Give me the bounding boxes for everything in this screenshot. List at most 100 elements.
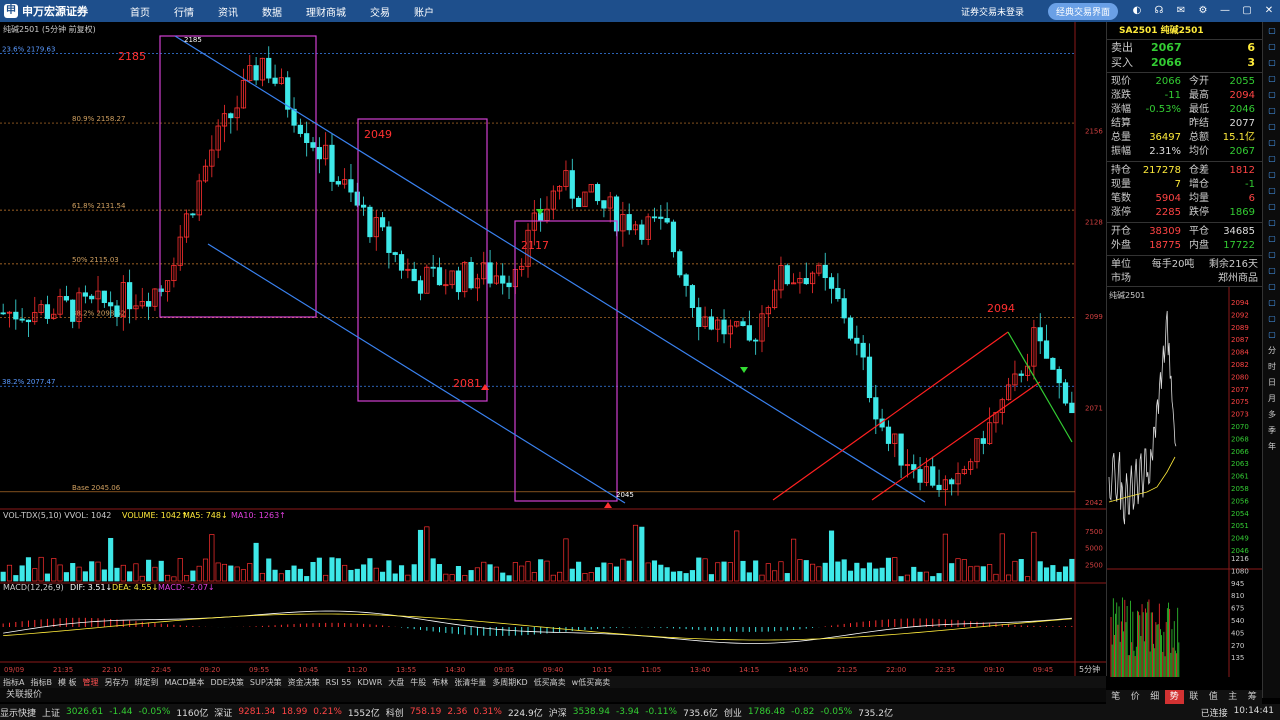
- volume-bar: [177, 558, 183, 582]
- volume-bar: [13, 575, 19, 582]
- volume-bar: [481, 561, 487, 582]
- detail-tab-bar: 笔价细势联值主筹: [1106, 690, 1262, 704]
- maximize-icon[interactable]: ▢: [1240, 4, 1254, 18]
- indicator-tab-11[interactable]: KDWR: [354, 678, 385, 687]
- status-item-0[interactable]: 显示快捷: [0, 706, 36, 719]
- detail-tab-1[interactable]: 价: [1126, 690, 1146, 704]
- related-quote-label[interactable]: 关联报价: [6, 690, 42, 700]
- detail-tab-7[interactable]: 筹: [1243, 690, 1263, 704]
- sell-row[interactable]: 卖出 2067 6: [1107, 40, 1262, 55]
- indicator-tab-12[interactable]: 大盘: [385, 677, 407, 688]
- toolbar-icon-0[interactable]: ▢: [1264, 24, 1280, 38]
- indicator-tab-4[interactable]: 另存为: [102, 677, 132, 688]
- mail-icon[interactable]: ✉: [1174, 4, 1188, 18]
- volume-bar: [361, 564, 367, 582]
- toolbar-icon-25[interactable]: 季: [1264, 424, 1280, 438]
- kline-chart-svg[interactable]: 23.6% 2179.63 80.9% 2158.27 61.8% 2131.54 5…: [0, 22, 1106, 676]
- nav-item-0[interactable]: 首页: [130, 4, 150, 19]
- detail-tab-6[interactable]: 主: [1223, 690, 1243, 704]
- mini-chart-svg[interactable]: 2094 2092 2089 2087 2084 2082 2080 2077 2075 2073…: [1107, 287, 1263, 677]
- indicator-tab-8[interactable]: SUP决策: [247, 677, 285, 688]
- indicator-tab-16[interactable]: 多周期KD: [489, 677, 530, 688]
- fib-label: 61.8% 2131.54: [72, 202, 126, 210]
- toolbar-icon-11[interactable]: ▢: [1264, 200, 1280, 214]
- classic-trade-button[interactable]: 经典交易界面: [1047, 2, 1118, 20]
- kline-chart-area[interactable]: 23.6% 2179.63 80.9% 2158.27 61.8% 2131.54 5…: [0, 22, 1106, 676]
- nav-item-2[interactable]: 资讯: [218, 4, 238, 19]
- indicator-tab-14[interactable]: 布林: [429, 677, 451, 688]
- quote-field: 217278: [1142, 165, 1181, 176]
- candle-body: [949, 479, 955, 485]
- nav-item-6[interactable]: 账户: [414, 4, 434, 19]
- toolbar-icon-13[interactable]: ▢: [1264, 232, 1280, 246]
- volume-bar: [323, 574, 329, 582]
- nav-item-4[interactable]: 理财商城: [306, 4, 346, 19]
- toolbar-icon-12[interactable]: ▢: [1264, 216, 1280, 230]
- status-item-18: -3.94: [615, 707, 640, 717]
- close-icon[interactable]: ✕: [1262, 4, 1276, 18]
- toolbar-icon-6[interactable]: ▢: [1264, 120, 1280, 134]
- toolbar-icon-7[interactable]: ▢: [1264, 136, 1280, 150]
- detail-tab-0[interactable]: 笔: [1106, 690, 1126, 704]
- toolbar-icon-3[interactable]: ▢: [1264, 72, 1280, 86]
- theme-icon[interactable]: ◐: [1130, 4, 1144, 18]
- detail-tab-4[interactable]: 联: [1184, 690, 1204, 704]
- indicator-tab-2[interactable]: 模 板: [55, 677, 80, 688]
- minimize-icon[interactable]: —: [1218, 4, 1232, 18]
- indicator-tab-17[interactable]: 低买高卖: [531, 677, 569, 688]
- price-axis-label: 2042: [1085, 499, 1103, 507]
- toolbar-icon-4[interactable]: ▢: [1264, 88, 1280, 102]
- toolbar-icon-14[interactable]: ▢: [1264, 248, 1280, 262]
- toolbar-icon-22[interactable]: 日: [1264, 376, 1280, 390]
- nav-item-5[interactable]: 交易: [370, 4, 390, 19]
- volume-bar: [677, 571, 683, 582]
- toolbar-icon-18[interactable]: ▢: [1264, 312, 1280, 326]
- toolbar-icon-5[interactable]: ▢: [1264, 104, 1280, 118]
- nav-item-3[interactable]: 数据: [262, 4, 282, 19]
- quote-header: SA2501 纯碱2501: [1107, 22, 1262, 40]
- toolbar-icon-16[interactable]: ▢: [1264, 280, 1280, 294]
- settings-gear-icon[interactable]: ⚙: [1196, 4, 1210, 18]
- remaining-days: 剩余216天: [1208, 259, 1258, 270]
- indicator-tab-6[interactable]: MACD基本: [162, 677, 208, 688]
- headset-icon[interactable]: ☊: [1152, 4, 1166, 18]
- toolbar-icon-1[interactable]: ▢: [1264, 40, 1280, 54]
- quote-field: 结算: [1111, 118, 1131, 129]
- toolbar-icon-2[interactable]: ▢: [1264, 56, 1280, 70]
- toolbar-icon-20[interactable]: 分: [1264, 344, 1280, 358]
- volume-bar: [873, 568, 879, 582]
- indicator-tab-5[interactable]: 绑定到: [132, 677, 162, 688]
- indicator-tab-9[interactable]: 资金决策: [285, 677, 323, 688]
- toolbar-icon-10[interactable]: ▢: [1264, 184, 1280, 198]
- time-axis-label: 11:20: [347, 666, 367, 674]
- buy-row[interactable]: 买入 2066 3: [1107, 55, 1262, 70]
- detail-tab-5[interactable]: 值: [1204, 690, 1224, 704]
- indicator-tab-3[interactable]: 管理: [80, 677, 102, 688]
- toolbar-icon-24[interactable]: 多: [1264, 408, 1280, 422]
- toolbar-icon-19[interactable]: ▢: [1264, 328, 1280, 342]
- indicator-tab-1[interactable]: 指标B: [27, 677, 55, 688]
- detail-tab-3[interactable]: 势: [1164, 690, 1184, 704]
- toolbar-icon-8[interactable]: ▢: [1264, 152, 1280, 166]
- toolbar-icon-9[interactable]: ▢: [1264, 168, 1280, 182]
- toolbar-icon-23[interactable]: 月: [1264, 392, 1280, 406]
- status-item-16: 沪深: [548, 708, 567, 719]
- annotation-label: 2117: [521, 239, 549, 252]
- login-status[interactable]: 证券交易未登录: [961, 5, 1024, 18]
- indicator-tab-7[interactable]: DDE决策: [208, 677, 247, 688]
- intraday-mini-chart[interactable]: 2094 2092 2089 2087 2084 2082 2080 2077 2075 2073…: [1106, 286, 1263, 677]
- toolbar-icon-21[interactable]: 时: [1264, 360, 1280, 374]
- nav-item-1[interactable]: 行情: [174, 4, 194, 19]
- volume-bar: [417, 529, 424, 582]
- toolbar-icon-15[interactable]: ▢: [1264, 264, 1280, 278]
- indicator-tab-0[interactable]: 指标A: [0, 677, 27, 688]
- toolbar-icon-26[interactable]: 年: [1264, 440, 1280, 454]
- indicator-tab-18[interactable]: w低买高卖: [569, 677, 614, 688]
- toolbar-icon-17[interactable]: ▢: [1264, 296, 1280, 310]
- fib-label: 50% 2115.03: [72, 256, 119, 264]
- candle-body: [253, 65, 259, 81]
- detail-tab-2[interactable]: 细: [1145, 690, 1165, 704]
- indicator-tab-15[interactable]: 张清华量: [451, 677, 489, 688]
- indicator-tab-13[interactable]: 牛股: [407, 677, 429, 688]
- indicator-tab-10[interactable]: RSI 55: [323, 678, 355, 687]
